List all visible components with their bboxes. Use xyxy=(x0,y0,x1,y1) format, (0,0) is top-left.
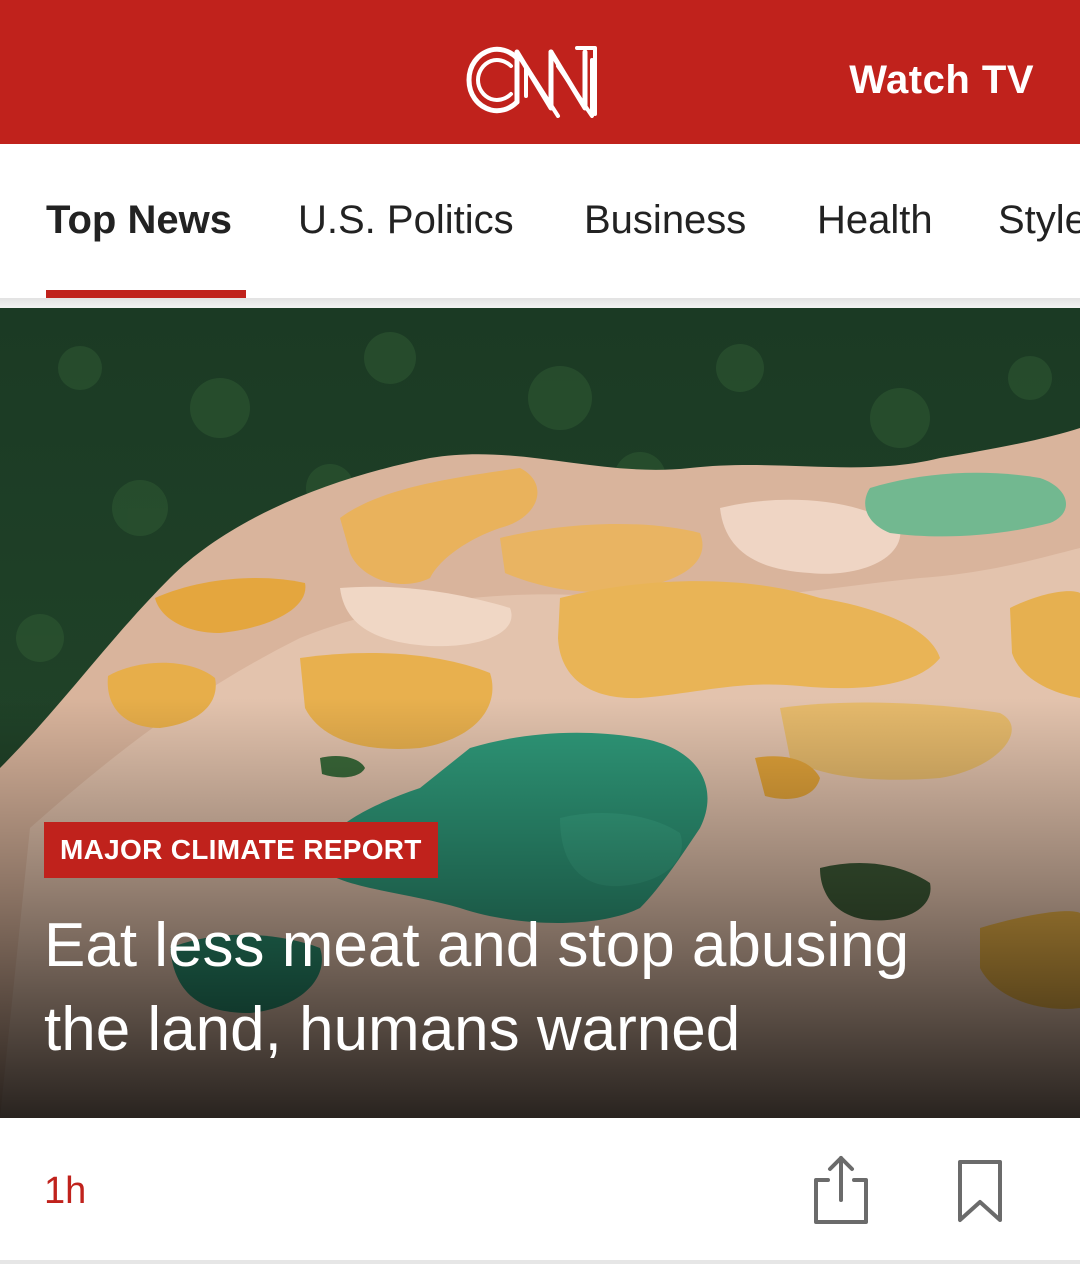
app-header: Watch TV xyxy=(0,0,1080,144)
card-bottom-border xyxy=(0,1260,1080,1264)
hero-story[interactable]: MAJOR CLIMATE REPORT Eat less meat and s… xyxy=(0,308,1080,1118)
cnn-logo[interactable] xyxy=(465,42,615,118)
section-tabs: Top News U.S. Politics Business Health S… xyxy=(0,144,1080,298)
share-icon[interactable] xyxy=(810,1154,872,1226)
story-timestamp: 1h xyxy=(44,1170,87,1212)
tabs-divider xyxy=(0,298,1080,308)
bookmark-icon[interactable] xyxy=(950,1158,1010,1224)
active-tab-indicator xyxy=(46,290,246,298)
story-category-badge: MAJOR CLIMATE REPORT xyxy=(44,822,438,878)
tab-style[interactable]: Style xyxy=(998,198,1080,243)
story-footer: 1h xyxy=(0,1118,1080,1264)
tab-us-politics[interactable]: U.S. Politics xyxy=(298,198,514,243)
tab-health[interactable]: Health xyxy=(817,198,933,243)
tab-top-news[interactable]: Top News xyxy=(46,198,232,243)
tab-business[interactable]: Business xyxy=(584,198,746,243)
watch-tv-button[interactable]: Watch TV xyxy=(849,58,1034,103)
story-headline[interactable]: Eat less meat and stop abusing the land,… xyxy=(44,904,1004,1072)
